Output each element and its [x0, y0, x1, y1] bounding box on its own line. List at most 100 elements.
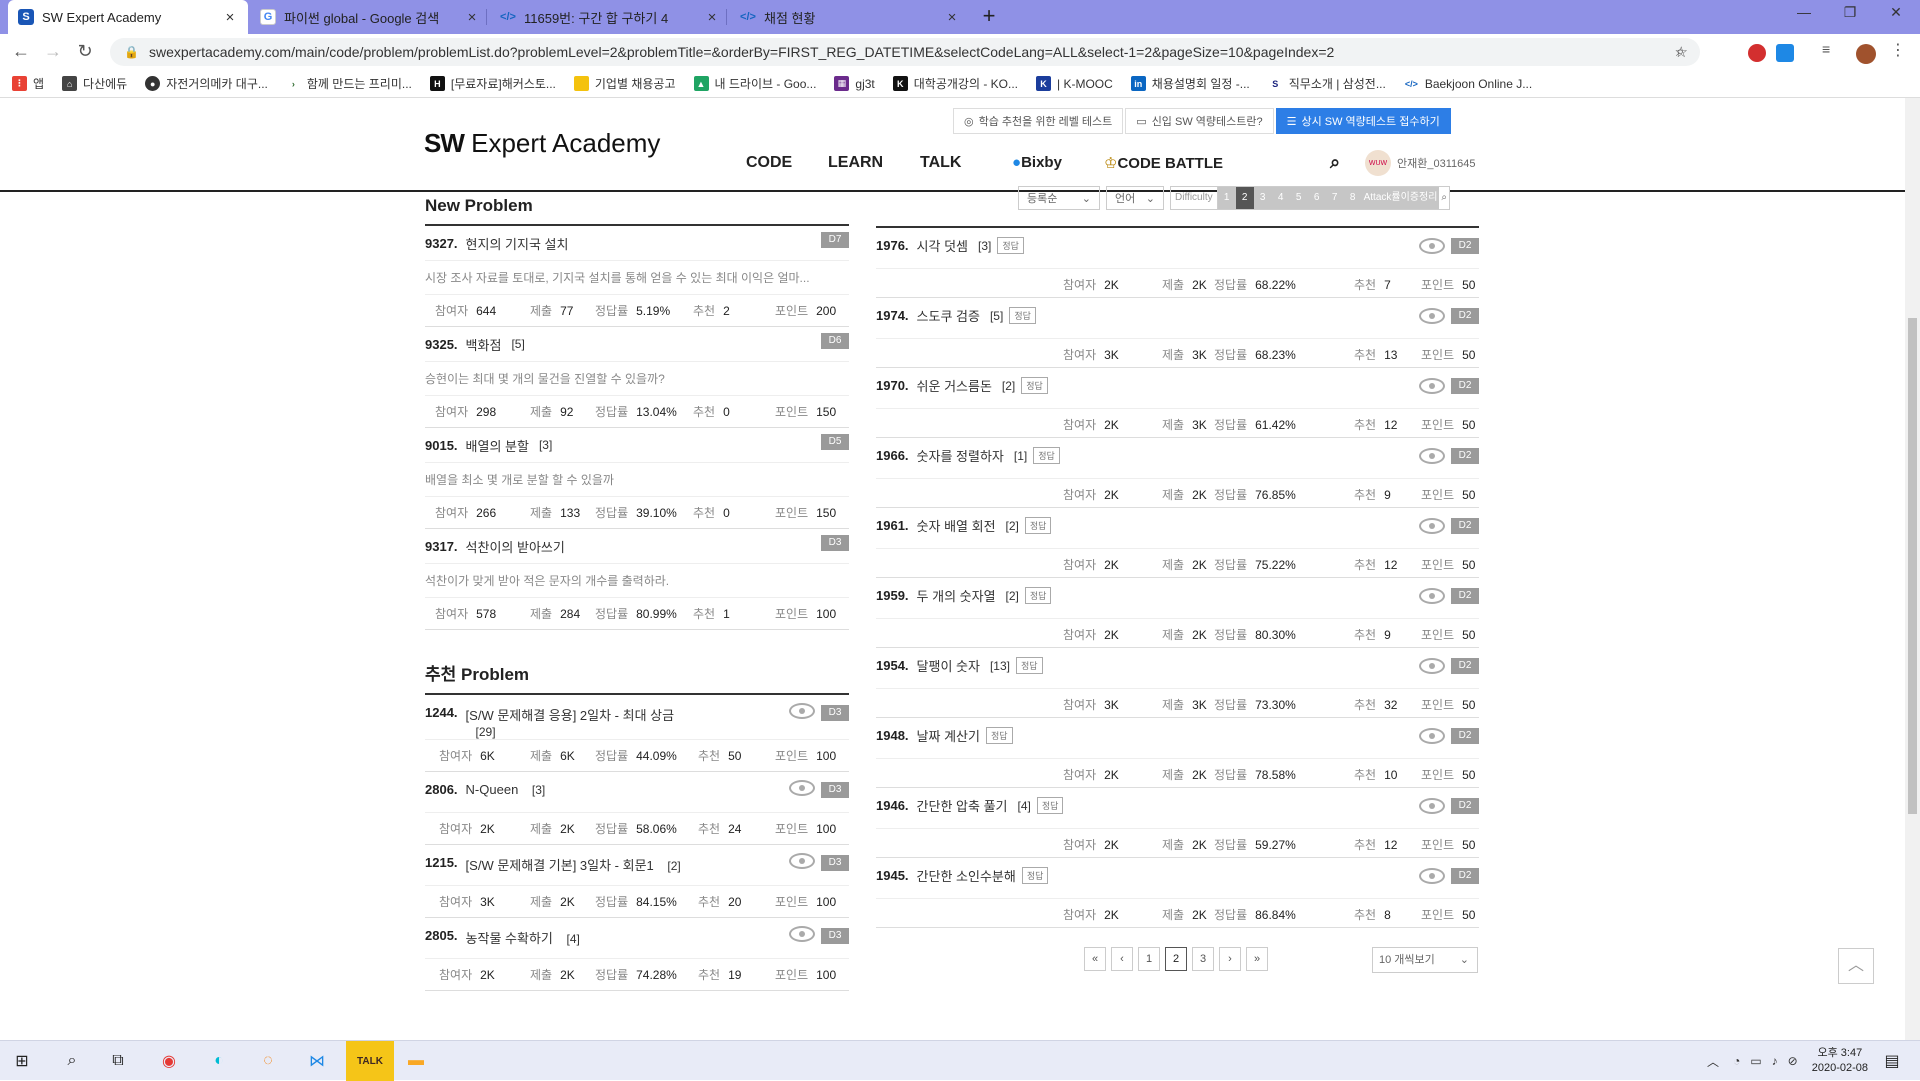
bookmark-item[interactable]: › 함께 만드는 프리미...	[286, 75, 412, 92]
eye-icon[interactable]	[1419, 868, 1445, 884]
tab-judge-status[interactable]: </> 채점 현황 ×	[730, 0, 970, 34]
eye-icon[interactable]	[1419, 518, 1445, 534]
bookmark-item[interactable]: S 직무소개 | 삼성전...	[1268, 75, 1386, 92]
site-logo[interactable]: SW Expert Academy	[424, 128, 660, 159]
window-close-icon[interactable]: ✕	[1876, 4, 1916, 21]
volume-icon[interactable]: ♪	[1772, 1054, 1778, 1068]
address-bar[interactable]: 🔒 swexpertacademy.com/main/code/problem/…	[110, 38, 1700, 66]
close-icon[interactable]: ×	[704, 9, 720, 26]
recommend-problem-item[interactable]: 1244. [S/W 문제해결 응용] 2일차 - 최대 상금 [29] D3 참여자…	[425, 695, 849, 772]
eye-icon[interactable]	[789, 703, 815, 719]
problem-title[interactable]: 날짜 계산기	[917, 726, 980, 745]
problem-title[interactable]: 두 개의 숫자열	[917, 586, 996, 605]
recommend-problem-item[interactable]: 2805. 농작물 수확하기 [4] D3 참여자 2K 제출 2K 정답률 74.28% 추천 1…	[425, 918, 849, 991]
page-2-button[interactable]: 2	[1165, 947, 1187, 971]
windows-start-icon[interactable]: ⊞	[8, 1047, 36, 1075]
kakaotalk-icon[interactable]: TALK	[356, 1047, 384, 1075]
eye-icon[interactable]	[789, 780, 815, 796]
url-text[interactable]: swexpertacademy.com/main/code/problem/pr…	[149, 44, 1334, 60]
menu-kebab-icon[interactable]: ⋮	[1890, 40, 1908, 59]
user-profile[interactable]: WUW 안재환_0311645	[1365, 150, 1476, 176]
sw-test-apply-button[interactable]: ☰ 상시 SW 역량테스트 접수하기	[1275, 108, 1451, 134]
notification-icon[interactable]: ▤	[1878, 1047, 1906, 1075]
system-clock[interactable]: 오후 3:47 2020-02-08	[1812, 1046, 1868, 1076]
nav-learn[interactable]: LEARN	[828, 154, 883, 172]
problem-title[interactable]: 스도쿠 검증	[917, 306, 980, 325]
problem-list-item[interactable]: 1974. 스도쿠 검증 [5] 정답 D2 참여자 3K 제출 3K 정답률 68.23% 추천 13…	[876, 298, 1479, 368]
search-icon[interactable]: ⌕	[1330, 152, 1340, 173]
close-icon[interactable]: ×	[944, 9, 960, 26]
problem-title[interactable]: 석찬이의 받아쓰기	[466, 537, 565, 556]
problem-title[interactable]: [S/W 문제해결 기본] 3일차 - 회문1 [2]	[466, 855, 681, 874]
problem-title[interactable]: 농작물 수확하기 [4]	[466, 928, 580, 947]
eye-icon[interactable]	[789, 926, 815, 942]
problem-list-item[interactable]: 1948. 날짜 계산기 정답 D2 참여자 2K 제출 2K 정답률 78.58% 추천 10 포인트…	[876, 718, 1479, 788]
bookmark-item[interactable]: ⌂ 다산에듀	[62, 75, 127, 92]
battery-icon[interactable]: ▭	[1750, 1054, 1761, 1068]
problem-title[interactable]: 달팽이 숫자	[917, 656, 980, 675]
task-view-icon[interactable]: ⧉	[104, 1047, 132, 1075]
problem-title[interactable]: 간단한 소인수분해	[917, 866, 1016, 885]
back-arrow-icon[interactable]: ←	[10, 41, 32, 62]
chrome-icon[interactable]: ◉	[155, 1047, 183, 1075]
problem-title[interactable]: 현지의 기지국 설치	[466, 234, 569, 253]
problem-title[interactable]: 시각 덧셈	[917, 236, 968, 255]
nav-code-battle[interactable]: ♔CODE BATTLE	[1104, 154, 1223, 172]
eye-icon[interactable]	[1419, 798, 1445, 814]
new-problem-item[interactable]: 9015. 배열의 분할 [3] D5 배열을 최소 몇 개로 분할 할 수 있을까 참여…	[425, 428, 849, 529]
new-problem-item[interactable]: 9325. 백화점 [5] D6 승현이는 최대 몇 개의 물건을 진열할 수 있을까?…	[425, 327, 849, 428]
forward-arrow-icon[interactable]: →	[42, 41, 64, 62]
new-problem-item[interactable]: 9327. 현지의 기지국 설치 D7 시장 조사 자료를 토대로, 기지국 설치를 …	[425, 226, 849, 327]
restore-icon[interactable]: ❐	[1830, 4, 1870, 21]
problem-title[interactable]: 숫자 배열 회전	[917, 516, 996, 535]
problem-list-item[interactable]: 1959. 두 개의 숫자열 [2] 정답 D2 참여자 2K 제출 2K 정답률 80.30% 추천…	[876, 578, 1479, 648]
page-1-button[interactable]: 1	[1138, 947, 1160, 971]
media-control-icon[interactable]: ≡	[1822, 41, 1840, 59]
level-test-button[interactable]: ◎ 학습 추천을 위한 레벨 테스트	[953, 108, 1124, 134]
first-page-button[interactable]: «	[1084, 947, 1106, 971]
translate-icon[interactable]	[1776, 44, 1794, 62]
bookmark-apps[interactable]: ⋮ 앱	[12, 75, 44, 92]
problem-title[interactable]: 배열의 분할	[466, 436, 529, 455]
file-explorer-icon[interactable]: ▬	[402, 1047, 430, 1075]
eye-icon[interactable]	[1419, 658, 1445, 674]
next-page-button[interactable]: ›	[1219, 947, 1241, 971]
problem-list-item[interactable]: 1961. 숫자 배열 회전 [2] 정답 D2 참여자 2K 제출 2K 정답률 75.22% 추천…	[876, 508, 1479, 578]
bookmark-item[interactable]: ▲ 내 드라이브 - Goo...	[693, 75, 816, 92]
bookmark-item[interactable]: K | K-MOOC	[1036, 76, 1113, 91]
minimize-icon[interactable]: —	[1784, 4, 1824, 20]
vscode-icon[interactable]: ⋈	[303, 1047, 331, 1075]
bookmark-item[interactable]: K 대학공개강의 - KO...	[892, 75, 1018, 92]
jupyter-icon[interactable]: ◌	[254, 1047, 282, 1075]
problem-title[interactable]: 백화점	[466, 335, 502, 354]
reload-icon[interactable]: ↻	[74, 41, 96, 62]
eye-icon[interactable]	[1419, 238, 1445, 254]
eye-icon[interactable]	[1419, 588, 1445, 604]
scrollbar-thumb[interactable]	[1908, 318, 1917, 814]
problem-list-item[interactable]: 1945. 간단한 소인수분해 정답 D2 참여자 2K 제출 2K 정답률 86.84% 추천 8 포…	[876, 858, 1479, 928]
extension-icon[interactable]	[1748, 44, 1766, 62]
tab-sw-expert-academy[interactable]: S SW Expert Academy ×	[8, 0, 248, 34]
last-page-button[interactable]: »	[1246, 947, 1268, 971]
recommend-problem-item[interactable]: 2806. N-Queen [3] D3 참여자 2K 제출 2K 정답률 58.06% 추천 24…	[425, 772, 849, 845]
problem-title[interactable]: 쉬운 거스름돈	[917, 376, 992, 395]
bookmark-item[interactable]: in 채용설명회 일정 -...	[1130, 75, 1250, 92]
page-scrollbar[interactable]	[1905, 98, 1920, 1040]
new-problem-item[interactable]: 9317. 석찬이의 받아쓰기 D3 석찬이가 맞게 받아 적은 문자의 개수를 출력…	[425, 529, 849, 630]
sw-test-info-button[interactable]: ▭ 신입 SW 역량테스트란?	[1125, 108, 1274, 134]
nav-bixby[interactable]: ●Bixby	[1012, 154, 1062, 171]
tab-google-search[interactable]: G 파이썬 global - Google 검색 ×	[250, 0, 490, 34]
problem-title[interactable]: 간단한 압축 풀기	[917, 796, 1008, 815]
recommend-problem-item[interactable]: 1215. [S/W 문제해결 기본] 3일차 - 회문1 [2] D3 참여자 3K 제…	[425, 845, 849, 918]
bookmark-item[interactable]: 기업별 채용공고	[573, 75, 676, 92]
problem-title[interactable]: [S/W 문제해결 응용] 2일차 - 최대 상금 [29]	[466, 705, 696, 739]
scroll-to-top-icon[interactable]: ︿	[1838, 948, 1874, 984]
taskbar-search-icon[interactable]: ⌕	[58, 1047, 86, 1075]
bookmark-item[interactable]: ▦ gj3t	[834, 76, 875, 91]
new-tab-plus-icon[interactable]: +	[976, 4, 1002, 30]
network-icon[interactable]: ◔	[1733, 1054, 1740, 1068]
problem-list-item[interactable]: 1970. 쉬운 거스름돈 [2] 정답 D2 참여자 2K 제출 3K 정답률 61.42% 추천 1…	[876, 368, 1479, 438]
nav-talk[interactable]: TALK	[920, 154, 961, 172]
eye-icon[interactable]	[1419, 308, 1445, 324]
problem-list-item[interactable]: 1946. 간단한 압축 풀기 [4] 정답 D2 참여자 2K 제출 2K 정답률 59.27% 추…	[876, 788, 1479, 858]
